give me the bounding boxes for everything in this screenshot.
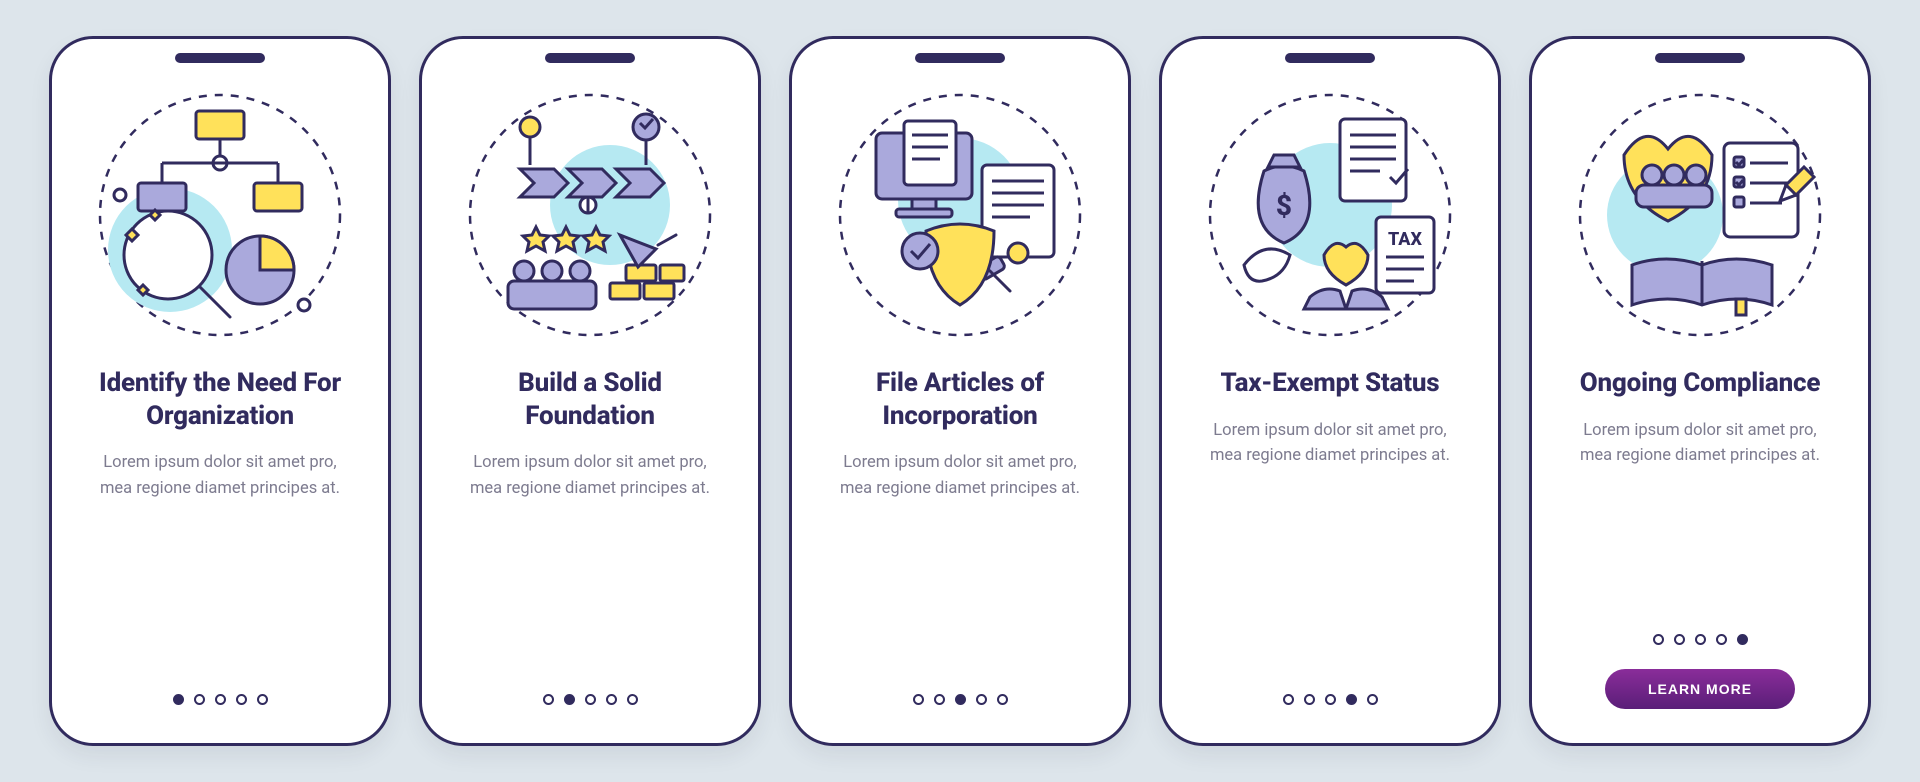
onboarding-card: Build a Solid Foundation Lorem ipsum dol… [419,36,761,746]
card-title: Identify the Need For Organization [82,367,358,432]
device-notch [545,53,635,63]
dot[interactable] [173,694,184,705]
dot[interactable] [955,694,966,705]
pagination-dots [543,694,638,705]
device-notch [175,53,265,63]
dot[interactable] [976,694,987,705]
dot[interactable] [934,694,945,705]
dot[interactable] [1737,634,1748,645]
pagination-dots [1653,634,1748,645]
dot[interactable] [1653,634,1664,645]
card-description: Lorem ipsum dolor sit amet pro, mea regi… [90,450,350,501]
foundation-bricks-icon [460,85,720,345]
pagination-dots [173,694,268,705]
dot[interactable] [627,694,638,705]
card-description: Lorem ipsum dolor sit amet pro, mea regi… [830,450,1090,501]
onboarding-card: File Articles of Incorporation Lorem ips… [789,36,1131,746]
card-title: Build a Solid Foundation [452,367,728,432]
svg-text:$: $ [1276,189,1292,222]
dot[interactable] [257,694,268,705]
dot[interactable] [215,694,226,705]
learn-more-button[interactable]: LEARN MORE [1605,669,1795,709]
svg-text:TAX: TAX [1388,229,1422,250]
tax-exempt-icon: $ TAX [1200,85,1460,345]
onboarding-card: Identify the Need For Organization Lorem… [49,36,391,746]
device-notch [1285,53,1375,63]
org-chart-magnify-icon [90,85,350,345]
dot[interactable] [543,694,554,705]
articles-shield-icon [830,85,1090,345]
card-title: Ongoing Compliance [1580,367,1821,400]
dot[interactable] [606,694,617,705]
dot[interactable] [1674,634,1685,645]
pagination-dots [1283,694,1378,705]
dot[interactable] [1716,634,1727,645]
card-title: Tax-Exempt Status [1221,367,1440,400]
device-notch [915,53,1005,63]
device-notch [1655,53,1745,63]
dot[interactable] [1325,694,1336,705]
card-title: File Articles of Incorporation [822,367,1098,432]
onboarding-card: Ongoing Compliance Lorem ipsum dolor sit… [1529,36,1871,746]
card-description: Lorem ipsum dolor sit amet pro, mea regi… [1200,418,1460,469]
dot[interactable] [1283,694,1294,705]
dot[interactable] [1367,694,1378,705]
dot[interactable] [1304,694,1315,705]
onboarding-carousel: Identify the Need For Organization Lorem… [49,36,1871,746]
dot[interactable] [913,694,924,705]
dot[interactable] [564,694,575,705]
onboarding-card: $ TAX Tax-Exempt Status Lorem ipsum dolo… [1159,36,1501,746]
card-description: Lorem ipsum dolor sit amet pro, mea regi… [460,450,720,501]
compliance-checklist-icon [1570,85,1830,345]
dot[interactable] [997,694,1008,705]
dot[interactable] [1346,694,1357,705]
card-description: Lorem ipsum dolor sit amet pro, mea regi… [1570,418,1830,469]
dot[interactable] [236,694,247,705]
pagination-dots [913,694,1008,705]
dot[interactable] [194,694,205,705]
dot[interactable] [585,694,596,705]
dot[interactable] [1695,634,1706,645]
